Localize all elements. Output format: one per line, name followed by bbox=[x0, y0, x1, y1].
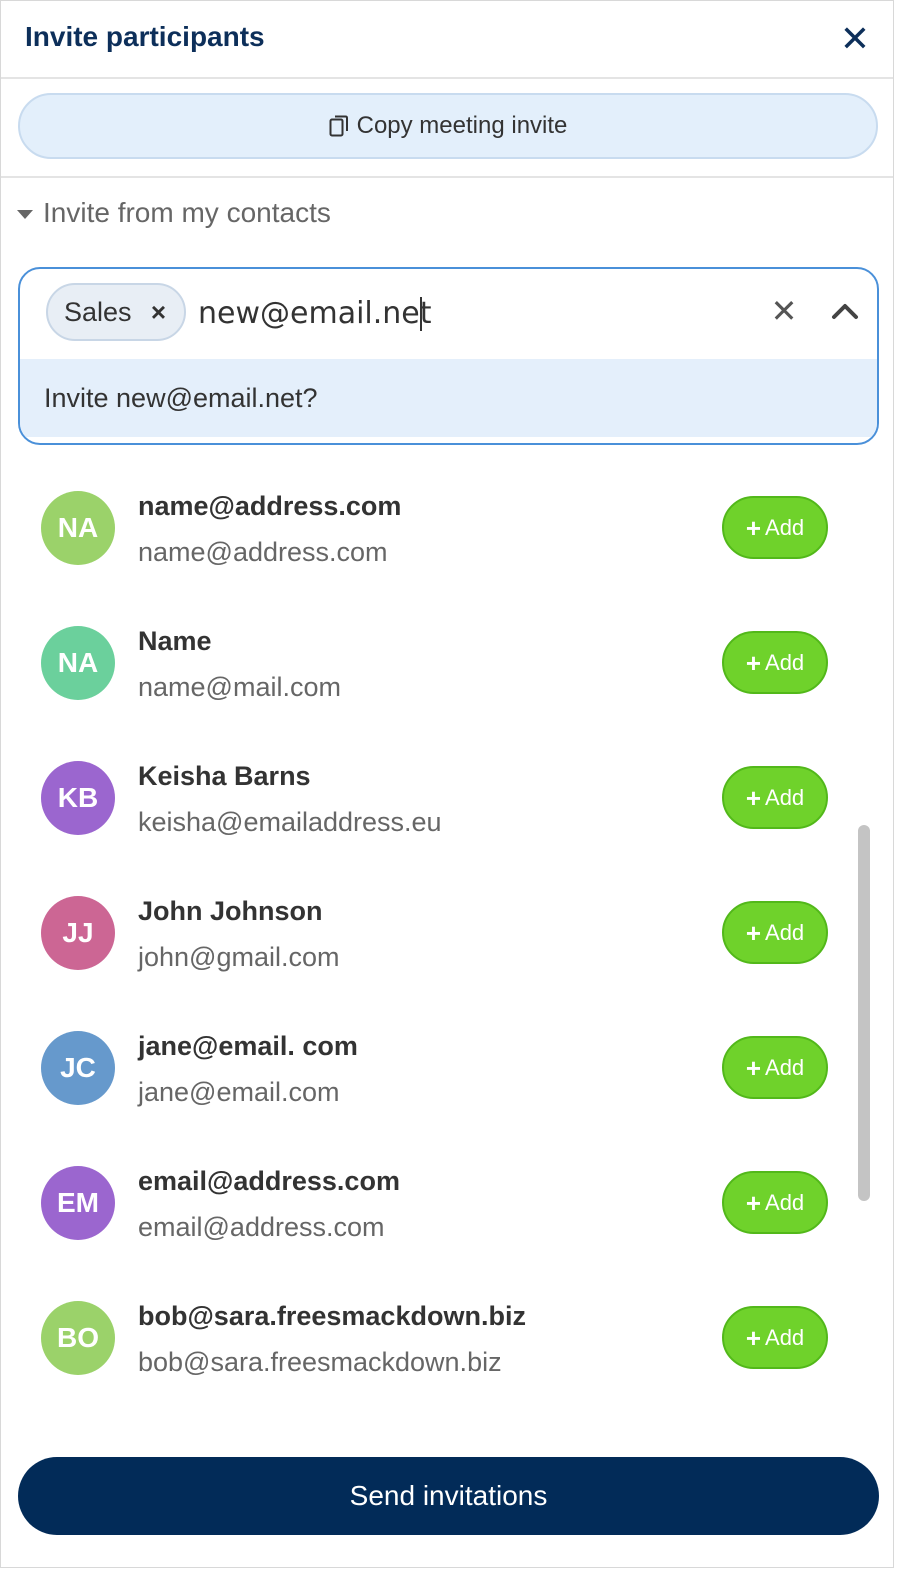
plus-icon: + bbox=[745, 647, 762, 678]
copy-meeting-invite-label: Copy meeting invite bbox=[356, 112, 568, 139]
close-icon[interactable]: ✕ bbox=[837, 19, 873, 59]
plus-icon: + bbox=[745, 1187, 762, 1218]
plus-icon: + bbox=[745, 1052, 762, 1083]
invite-panel: Invite participants ✕ Copy meeting invit… bbox=[0, 0, 894, 1568]
divider bbox=[1, 176, 893, 178]
add-contact-button[interactable]: + Add bbox=[722, 1036, 828, 1099]
contact-name: Keisha Barns bbox=[138, 761, 311, 791]
list-item: BO bob@sara.freesmackdown.biz bob@sara.f… bbox=[1, 1271, 893, 1406]
contact-email: jane@email.com bbox=[138, 1077, 340, 1107]
add-contact-button[interactable]: + Add bbox=[722, 631, 828, 694]
avatar: JC bbox=[41, 1031, 115, 1105]
add-label: Add bbox=[765, 919, 805, 945]
contact-email: email@address.com bbox=[138, 1212, 385, 1242]
panel-header: Invite participants ✕ bbox=[1, 1, 893, 79]
contacts-section-toggle[interactable]: Invite from my contacts bbox=[17, 197, 331, 229]
clear-input-icon[interactable]: ✕ bbox=[768, 289, 800, 333]
plus-icon: + bbox=[745, 917, 762, 948]
caret-down-icon bbox=[17, 209, 33, 219]
contact-email: john@gmail.com bbox=[138, 942, 340, 972]
avatar: EM bbox=[41, 1166, 115, 1240]
avatar: NA bbox=[41, 491, 115, 565]
copy-meeting-invite-button[interactable]: Copy meeting invite bbox=[18, 93, 878, 159]
avatar: JJ bbox=[41, 896, 115, 970]
contact-email: name@mail.com bbox=[138, 672, 341, 702]
avatar: BO bbox=[41, 1301, 115, 1375]
add-label: Add bbox=[765, 649, 805, 675]
add-label: Add bbox=[765, 1054, 805, 1080]
contact-name: jane@email. com bbox=[138, 1031, 358, 1061]
add-label: Add bbox=[765, 1324, 805, 1350]
contact-search-input[interactable] bbox=[198, 291, 738, 335]
avatar: NA bbox=[41, 626, 115, 700]
contact-name: name@address.com bbox=[138, 491, 402, 521]
add-label: Add bbox=[765, 514, 805, 540]
list-item: JJ John Johnson john@gmail.com + Add bbox=[1, 866, 893, 1001]
add-contact-button[interactable]: + Add bbox=[722, 1306, 828, 1369]
text-cursor bbox=[420, 297, 422, 331]
plus-icon: + bbox=[745, 1322, 762, 1353]
avatar: KB bbox=[41, 761, 115, 835]
contact-email: name@address.com bbox=[138, 537, 388, 567]
add-label: Add bbox=[765, 784, 805, 810]
add-contact-button[interactable]: + Add bbox=[722, 766, 828, 829]
copy-icon bbox=[329, 115, 348, 137]
add-contact-button[interactable]: + Add bbox=[722, 901, 828, 964]
add-contact-button[interactable]: + Add bbox=[722, 1171, 828, 1234]
contacts-section-label: Invite from my contacts bbox=[43, 197, 331, 228]
add-label: Add bbox=[765, 1189, 805, 1215]
list-item: NA name@address.com name@address.com + Ad… bbox=[1, 461, 893, 596]
contact-email: keisha@emailaddress.eu bbox=[138, 807, 442, 837]
selected-chip-sales: Sales × bbox=[46, 283, 186, 341]
chip-label: Sales bbox=[64, 296, 132, 327]
contact-search-combobox: Sales × ✕ Invite new@email.net? bbox=[18, 267, 879, 445]
panel-title: Invite participants bbox=[25, 21, 265, 52]
contact-name: Name bbox=[138, 626, 212, 656]
list-item: KB Keisha Barns keisha@emailaddress.eu +… bbox=[1, 731, 893, 866]
plus-icon: + bbox=[745, 782, 762, 813]
invite-suggestion-option[interactable]: Invite new@email.net? bbox=[20, 359, 877, 437]
contact-email: bob@sara.freesmackdown.biz bbox=[138, 1347, 502, 1377]
contact-name: email@address.com bbox=[138, 1166, 400, 1196]
chip-remove-icon[interactable]: × bbox=[151, 297, 166, 328]
add-contact-button[interactable]: + Add bbox=[722, 496, 828, 559]
list-scrollbar[interactable] bbox=[858, 825, 870, 1201]
list-item: EM email@address.com email@address.com +… bbox=[1, 1136, 893, 1271]
contact-name: bob@sara.freesmackdown.biz bbox=[138, 1301, 526, 1331]
chevron-up-icon[interactable] bbox=[828, 293, 862, 329]
plus-icon: + bbox=[745, 512, 762, 543]
send-invitations-button[interactable]: Send invitations bbox=[18, 1457, 879, 1535]
list-item: JC jane@email. com jane@email.com + Add bbox=[1, 1001, 893, 1136]
list-item: NA Name name@mail.com + Add bbox=[1, 596, 893, 731]
contact-name: John Johnson bbox=[138, 896, 323, 926]
